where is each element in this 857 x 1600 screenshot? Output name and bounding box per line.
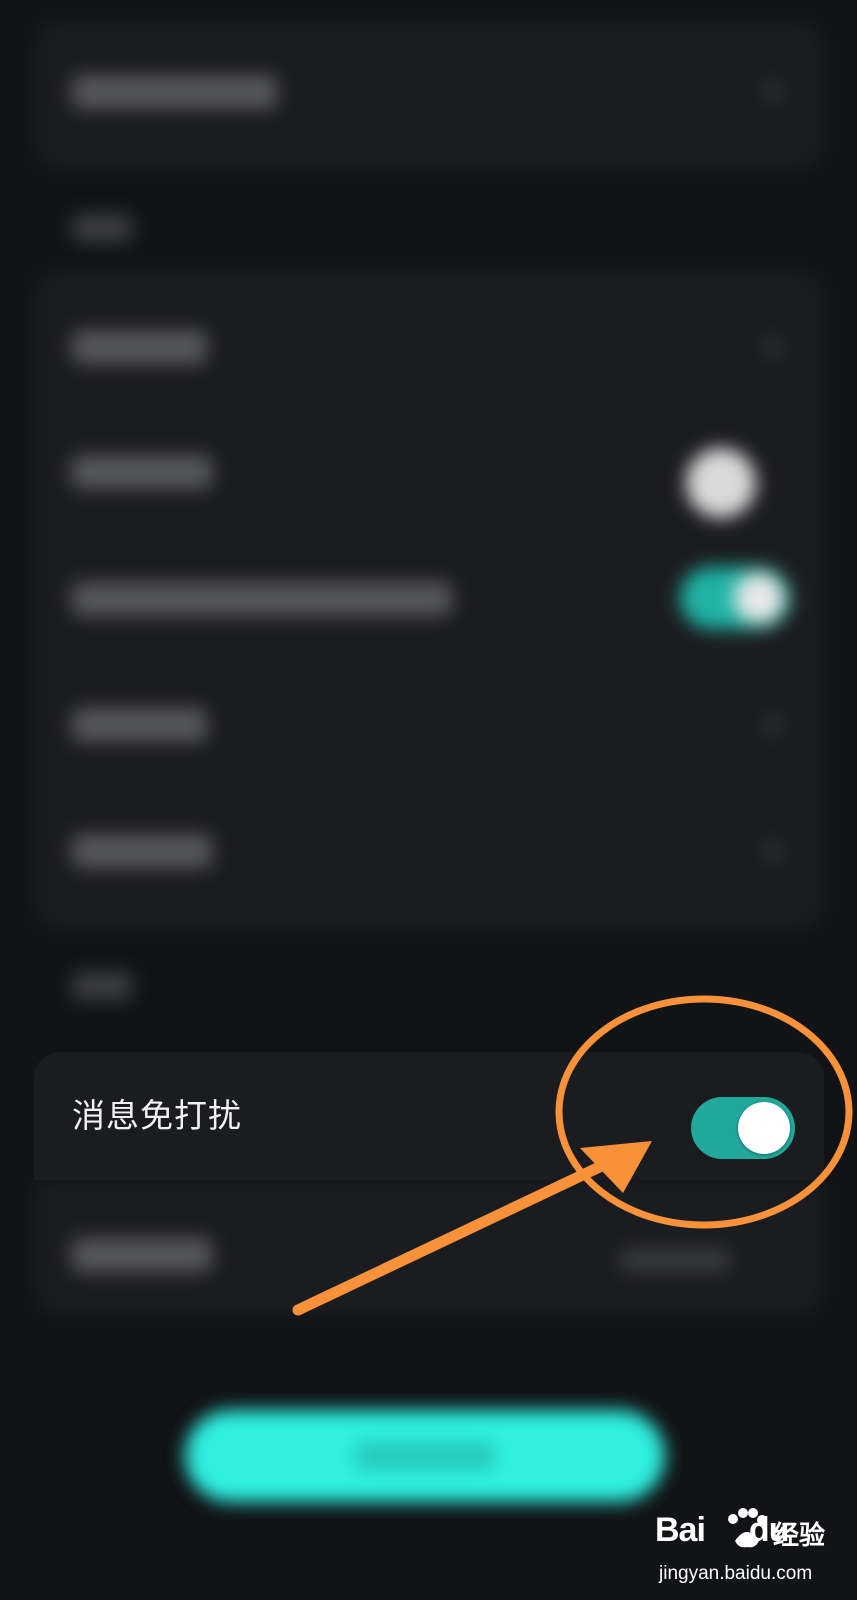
blurred-toggle-on (680, 567, 790, 629)
blurred-toggle-off (686, 448, 756, 518)
blurred-row-text (72, 75, 277, 109)
blurred-section-header (72, 972, 132, 1000)
toggle-knob (738, 1102, 790, 1154)
blurred-row-text (72, 834, 212, 868)
chevron-right-icon (765, 840, 783, 862)
settings-screen: 消息免打扰 Bai du 经验 jingyan.baidu.com (0, 0, 857, 1600)
chevron-right-icon (765, 714, 783, 736)
blurred-background (0, 0, 857, 1600)
blurred-row-text (72, 708, 207, 742)
jingyan-text: 经验 (773, 1521, 826, 1551)
blurred-row-value (620, 1248, 730, 1272)
watermark-url: jingyan.baidu.com (659, 1563, 813, 1584)
chevron-right-icon (765, 336, 783, 358)
settings-row-do-not-disturb: 消息免打扰 (34, 1052, 824, 1180)
primary-action-button[interactable] (185, 1410, 665, 1502)
blurred-row-text (72, 1238, 212, 1272)
baidu-jingyan-watermark: Bai du 经验 jingyan.baidu.com (655, 1505, 845, 1590)
blurred-section-header (72, 214, 132, 242)
blurred-row-text (72, 582, 452, 616)
do-not-disturb-toggle[interactable] (691, 1097, 795, 1159)
do-not-disturb-label: 消息免打扰 (72, 1096, 242, 1135)
baidu-paw-icon (728, 1508, 767, 1548)
blurred-row-text (72, 330, 207, 364)
chevron-right-icon (765, 80, 783, 102)
blurred-row-text (72, 455, 212, 489)
